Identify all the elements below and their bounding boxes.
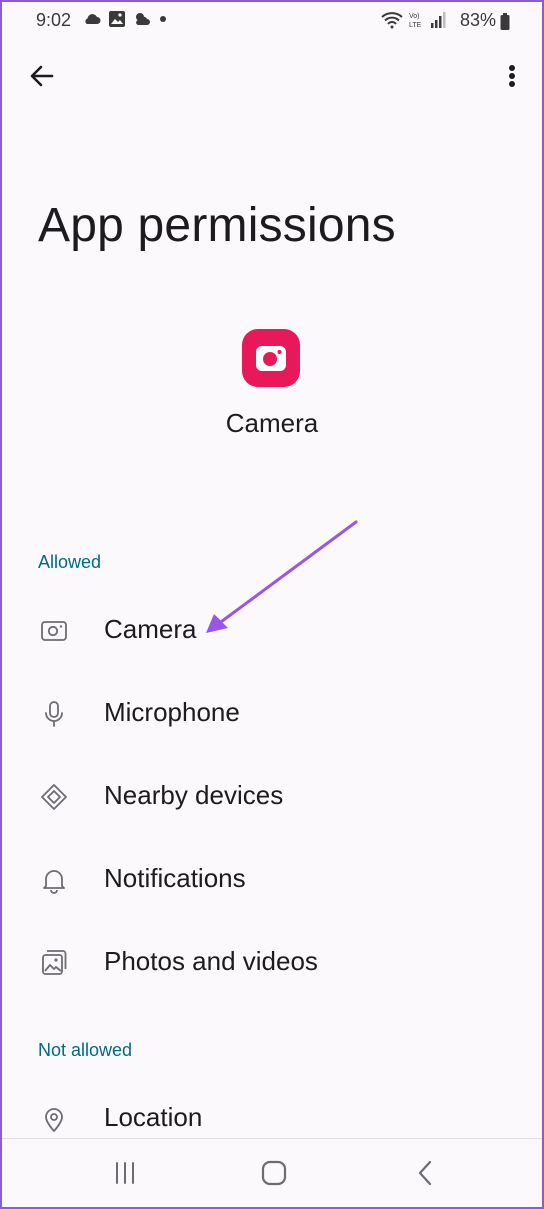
svg-text:LTE: LTE (409, 22, 422, 29)
microphone-icon (45, 701, 63, 727)
status-bar: 9:02 Vo) LTE 83% (2, 2, 542, 40)
battery-percent: 83% (459, 10, 496, 30)
camera-app-icon (256, 346, 286, 371)
permission-row-notifications[interactable]: Notifications (2, 839, 542, 919)
battery-icon (500, 13, 510, 30)
location-pin-icon (45, 1108, 63, 1132)
dot-icon (160, 16, 166, 22)
weather-icon (136, 13, 150, 25)
status-time: 9:02 (36, 10, 72, 30)
svg-text:Vo): Vo) (409, 13, 420, 20)
screen-frame: 9:02 Vo) LTE 83% App permissions Camera … (0, 0, 544, 1209)
page-title: App permissions (38, 199, 396, 252)
section-header-not-allowed: Not allowed (38, 1040, 133, 1060)
permission-label: Notifications (104, 863, 246, 893)
permission-row-microphone[interactable]: Microphone (2, 673, 542, 753)
permission-label: Location (104, 1102, 203, 1132)
more-vert-icon (509, 65, 515, 87)
back-button[interactable] (24, 58, 60, 94)
permission-row-photos-videos[interactable]: Photos and videos (2, 922, 542, 1002)
permission-label: Photos and videos (104, 946, 318, 976)
annotation-arrow (206, 520, 358, 633)
wifi-icon (381, 12, 403, 29)
section-header-allowed: Allowed (38, 552, 102, 572)
nearby-devices-icon (41, 784, 67, 810)
cloud-icon (85, 14, 101, 24)
permission-row-nearby-devices[interactable]: Nearby devices (2, 756, 542, 836)
recents-icon (116, 1162, 134, 1184)
status-notification-icons (82, 10, 168, 28)
back-arrow-icon (30, 65, 54, 87)
top-app-bar (2, 52, 542, 100)
recent-apps-button[interactable] (105, 1155, 145, 1191)
permission-label: Nearby devices (104, 780, 284, 810)
gallery-icon (109, 11, 125, 27)
nav-back-button[interactable] (406, 1155, 446, 1191)
permission-label: Camera (104, 614, 197, 644)
photos-icon (42, 950, 67, 975)
bell-icon (43, 870, 65, 894)
home-icon (261, 1160, 287, 1186)
system-nav-bar (2, 1138, 542, 1207)
camera-icon (41, 621, 67, 641)
home-button[interactable] (254, 1155, 294, 1191)
volte-icon: Vo) LTE (409, 13, 422, 29)
more-options-button[interactable] (496, 58, 528, 94)
chevron-left-icon (418, 1160, 432, 1186)
signal-icon (431, 12, 446, 28)
app-icon (242, 329, 300, 387)
permission-label: Microphone (104, 697, 240, 727)
app-name: Camera (225, 408, 319, 438)
status-system-icons: Vo) LTE (380, 10, 446, 30)
